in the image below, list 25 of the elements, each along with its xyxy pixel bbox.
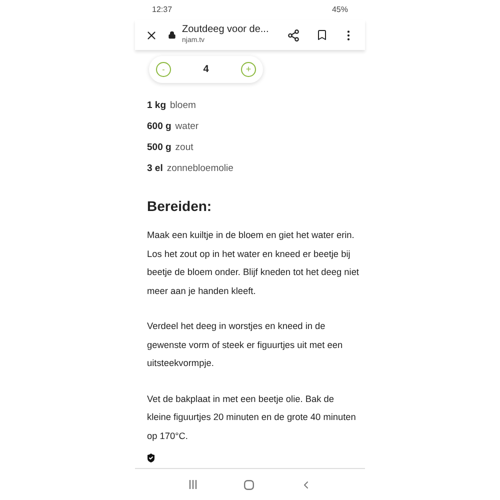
ingredient-name: zout	[175, 141, 194, 154]
page-title: Zoutdeeg voor de...	[182, 24, 270, 35]
recent-apps-icon[interactable]	[188, 480, 198, 489]
home-icon[interactable]	[244, 480, 254, 490]
step-paragraph: Verdeel het deeg in worstjes en kneed in de gewenste vorm of steek er figuurtjes uit met een uitsteekvormpje.	[147, 320, 344, 370]
lock-icon	[168, 31, 176, 39]
status-time: 12:37	[152, 4, 172, 16]
bookmark-icon[interactable]	[316, 29, 328, 41]
decrease-button[interactable]: -	[156, 62, 171, 77]
step-paragraph: Vet de bakplaat in met een beetje olie. Bak de kleine figuurtjes 20 minuten en de grote 40 minuten op 170°C.	[147, 392, 357, 443]
ingredient-name: water	[175, 120, 199, 133]
section-heading: Bereiden:	[146, 197, 213, 215]
increase-button[interactable]: +	[241, 62, 256, 77]
close-icon[interactable]	[145, 28, 158, 42]
ingredient-amount: 3 el	[147, 162, 163, 175]
shield-icon[interactable]	[145, 452, 157, 464]
share-icon[interactable]	[287, 28, 300, 42]
ingredient-name: zonnebloemolie	[166, 162, 234, 175]
battery-level: 45%	[332, 4, 348, 16]
ingredient-amount: 600 g	[147, 120, 172, 133]
ingredient-name: bloem	[170, 99, 196, 112]
ingredient-amount: 1 kg	[147, 99, 166, 112]
ingredient-amount: 500 g	[147, 141, 172, 154]
step-paragraph: Maak een kuiltje in de bloem en giet het water erin. Los het zout op in het water en kneed er beetje bij beetje de bloem onder. Blijf kneden tot het deeg niet meer aan je handen kleeft.	[147, 229, 359, 298]
servings-count: 4	[203, 63, 209, 77]
